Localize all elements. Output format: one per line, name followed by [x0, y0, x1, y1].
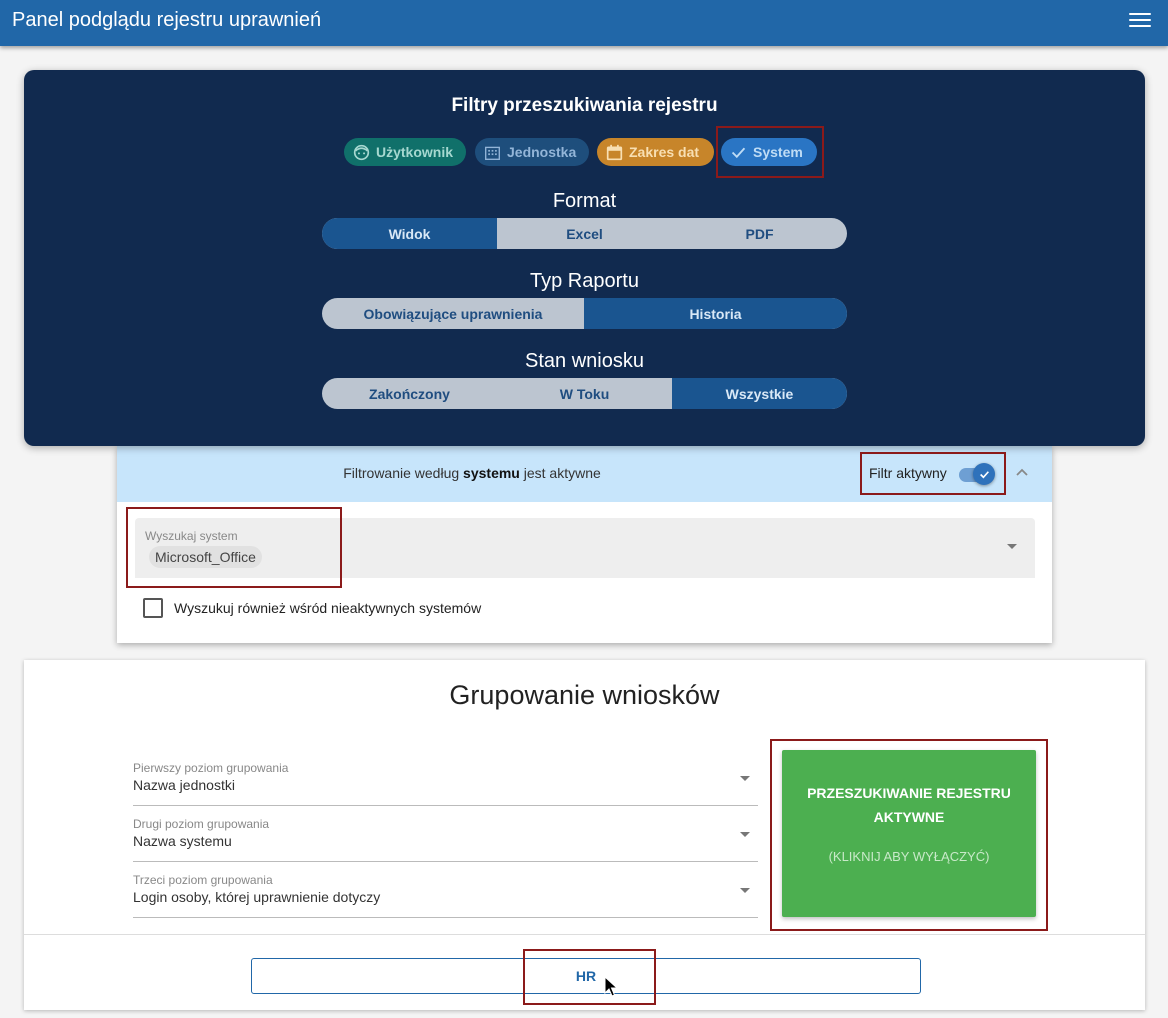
- registry-search-toggle-button[interactable]: PRZESZUKIWANIE REJESTRU AKTYWNE (KLIKNIJ…: [782, 750, 1036, 917]
- filter-active-toggle[interactable]: [959, 463, 995, 487]
- chevron-up-icon[interactable]: [1015, 465, 1029, 479]
- chevron-down-icon[interactable]: [740, 888, 750, 893]
- chip-user-label: Użytkownik: [376, 144, 454, 160]
- grouping-level-1-select[interactable]: Pierwszy poziom grupowania Nazwa jednost…: [133, 750, 758, 806]
- inactive-systems-label: Wyszukuj również wśród nieaktywnych syst…: [174, 600, 482, 616]
- grouping-level-2-select[interactable]: Drugi poziom grupowania Nazwa systemu: [133, 806, 758, 862]
- inactive-systems-row: Wyszukuj również wśród nieaktywnych syst…: [143, 598, 481, 618]
- chip-user[interactable]: Użytkownik: [344, 138, 466, 166]
- request-state-option-finished[interactable]: Zakończony: [322, 378, 497, 409]
- format-segmented: Widok Excel PDF: [322, 218, 847, 249]
- filter-active-label: Filtr aktywny: [869, 465, 947, 481]
- chip-date-label: Zakres dat: [629, 144, 700, 160]
- system-search-label: Wyszukaj system: [145, 529, 238, 543]
- app-bar: Panel podglądu rejestru uprawnień: [0, 0, 1168, 46]
- chip-date-range[interactable]: Zakres dat: [597, 138, 714, 166]
- chip-unit[interactable]: Jednostka: [475, 138, 589, 166]
- system-filter-message: Filtrowanie według systemu jest aktywne: [343, 465, 601, 481]
- calendar-icon: [606, 144, 623, 160]
- registry-search-hint: (KLIKNIJ ABY WYŁĄCZYĆ): [828, 849, 990, 864]
- check-icon: [979, 470, 989, 478]
- filters-title: Filtry przeszukiwania rejestru: [451, 95, 718, 116]
- app-title: Panel podglądu rejestru uprawnień: [12, 9, 322, 31]
- grouping-title: Grupowanie wniosków: [449, 680, 720, 710]
- building-icon: [485, 146, 500, 160]
- chip-system-label: System: [753, 144, 803, 160]
- format-option-pdf[interactable]: PDF: [672, 218, 847, 249]
- format-label: Format: [552, 190, 617, 212]
- face-icon: [353, 144, 370, 160]
- chevron-down-icon[interactable]: [740, 776, 750, 781]
- chip-unit-label: Jednostka: [507, 144, 577, 160]
- report-type-option-current[interactable]: Obowiązujące uprawnienia: [322, 298, 584, 329]
- chevron-down-icon[interactable]: [1007, 544, 1017, 549]
- report-type-option-history[interactable]: Historia: [584, 298, 847, 329]
- hr-button[interactable]: HR: [251, 958, 921, 994]
- menu-icon[interactable]: [1129, 13, 1151, 31]
- request-state-option-in-progress[interactable]: W Toku: [497, 378, 672, 409]
- inactive-systems-checkbox[interactable]: [143, 598, 163, 618]
- grouping-card: Grupowanie wniosków Pierwszy poziom grup…: [24, 660, 1145, 1010]
- system-filter-card: Filtrowanie według systemu jest aktywne …: [117, 446, 1052, 643]
- grouping-level-3-select[interactable]: Trzeci poziom grupowania Login osoby, kt…: [133, 862, 758, 918]
- divider: [24, 934, 1145, 935]
- mouse-cursor-icon: [604, 976, 618, 997]
- format-option-widok[interactable]: Widok: [322, 218, 497, 249]
- system-search-input[interactable]: Wyszukaj system Microsoft_Office: [135, 518, 1035, 578]
- chevron-down-icon[interactable]: [740, 832, 750, 837]
- chip-system[interactable]: System: [721, 138, 817, 166]
- selected-system-chip[interactable]: Microsoft_Office: [149, 546, 262, 568]
- system-filter-header: Filtrowanie według systemu jest aktywne …: [117, 446, 1052, 502]
- request-state-segmented: Zakończony W Toku Wszystkie: [322, 378, 847, 409]
- report-type-label: Typ Raportu: [530, 270, 639, 292]
- filters-panel: Filtry przeszukiwania rejestru Użytkowni…: [24, 70, 1145, 446]
- check-icon: [731, 147, 746, 158]
- registry-search-status: PRZESZUKIWANIE REJESTRU AKTYWNE: [807, 785, 1011, 825]
- request-state-label: Stan wniosku: [525, 350, 644, 372]
- request-state-option-all[interactable]: Wszystkie: [672, 378, 847, 409]
- report-type-segmented: Obowiązujące uprawnienia Historia: [322, 298, 847, 329]
- format-option-excel[interactable]: Excel: [497, 218, 672, 249]
